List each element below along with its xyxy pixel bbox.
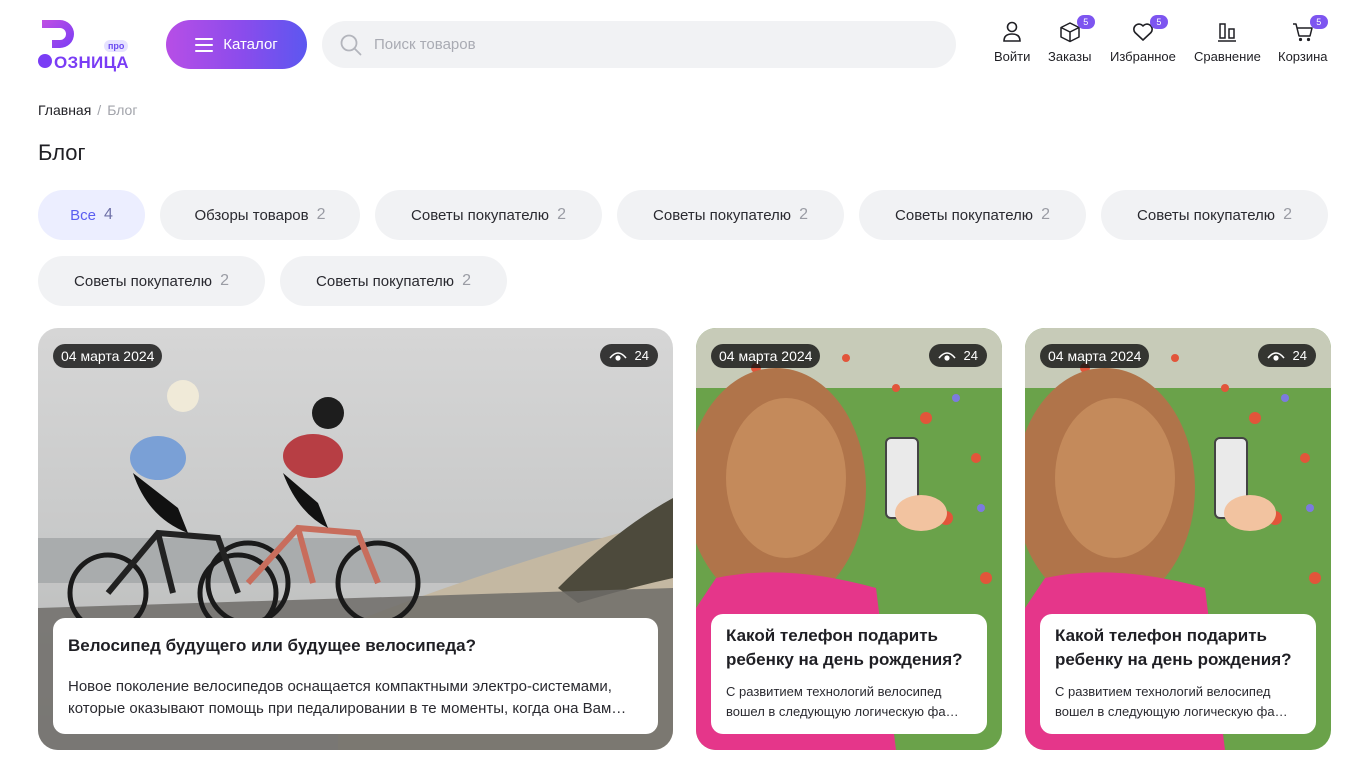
nav-orders-label: Заказы bbox=[1048, 49, 1092, 64]
card-excerpt: вошел в следующую логическую фа… bbox=[726, 704, 959, 719]
nav-compare-label: Сравнение bbox=[1194, 49, 1261, 64]
chip-count: 2 bbox=[557, 206, 566, 223]
chip-label: Советы покупателю bbox=[316, 272, 455, 290]
card-excerpt: С развитием технологий велосипед bbox=[1055, 684, 1271, 699]
compare-icon bbox=[1214, 20, 1240, 44]
cart-badge: 5 bbox=[1309, 15, 1328, 29]
filter-chip-tips[interactable]: Советы покупателю 2 bbox=[1101, 190, 1328, 240]
logo-text: ОЗНИЦА bbox=[54, 53, 129, 72]
views-counter: 24 bbox=[928, 344, 987, 367]
card-title: ребенку на день рождения? bbox=[1055, 650, 1292, 669]
post-date: 04 марта 2024 bbox=[711, 344, 821, 368]
chip-label: Советы покупателю bbox=[895, 206, 1034, 224]
post-date: 04 марта 2024 bbox=[1040, 344, 1150, 368]
filter-chip-tips[interactable]: Советы покупателю 2 bbox=[859, 190, 1086, 240]
chip-label: Советы покупателю bbox=[1137, 206, 1276, 224]
breadcrumb-home-link[interactable]: Главная bbox=[38, 102, 91, 118]
nav-cart-label: Корзина bbox=[1278, 49, 1328, 64]
views-counter: 24 bbox=[1257, 344, 1316, 367]
blog-card[interactable]: 04 марта 2024 24 Велосипед будущего или … bbox=[38, 328, 673, 750]
nav-login-label: Войти bbox=[994, 49, 1031, 64]
chip-label: Советы покупателю bbox=[653, 206, 792, 224]
views-count: 24 bbox=[1292, 348, 1307, 363]
card-body: Велосипед будущего или будущее велосипед… bbox=[53, 618, 658, 734]
chip-count: 2 bbox=[462, 272, 471, 289]
views-counter: 24 bbox=[599, 344, 658, 367]
nav-cart[interactable]: 5 Корзина bbox=[1278, 15, 1328, 64]
views-count: 24 bbox=[963, 348, 978, 363]
card-body: Какой телефон подарить ребенку на день р… bbox=[711, 614, 987, 734]
chip-label: Советы покупателю bbox=[411, 206, 550, 224]
chip-count: 2 bbox=[1283, 206, 1292, 223]
user-icon bbox=[999, 20, 1025, 44]
chip-count: 2 bbox=[220, 272, 229, 289]
breadcrumb-separator: / bbox=[97, 102, 102, 118]
logo[interactable]: про ОЗНИЦА bbox=[38, 18, 130, 72]
cart-icon: 5 bbox=[1290, 15, 1328, 44]
breadcrumb: Главная / Блог bbox=[38, 102, 137, 118]
chip-label: Обзоры товаров bbox=[194, 206, 309, 224]
card-title: Какой телефон подарить bbox=[726, 626, 939, 645]
favorites-badge: 5 bbox=[1149, 15, 1168, 29]
search-icon bbox=[340, 34, 362, 55]
filter-chip-tips[interactable]: Советы покупателю 2 bbox=[617, 190, 844, 240]
search-input[interactable] bbox=[374, 36, 934, 53]
breadcrumb-current: Блог bbox=[107, 102, 138, 118]
heart-icon: 5 bbox=[1130, 15, 1168, 44]
card-title: ребенку на день рождения? bbox=[726, 650, 963, 669]
chip-count: 2 bbox=[799, 206, 808, 223]
card-excerpt: которые оказывают помощь при педалирован… bbox=[68, 700, 627, 717]
filter-chip-tips[interactable]: Советы покупателю 2 bbox=[38, 256, 265, 306]
chip-count: 4 bbox=[103, 206, 113, 223]
card-title: Какой телефон подарить bbox=[1055, 626, 1268, 645]
filter-chip-all[interactable]: Все 4 bbox=[38, 190, 145, 240]
post-date: 04 марта 2024 bbox=[53, 344, 163, 368]
nav-favorites[interactable]: 5 Избранное bbox=[1110, 15, 1176, 64]
filter-chip-tips[interactable]: Советы покупателю 2 bbox=[375, 190, 602, 240]
card-excerpt: вошел в следующую логическую фа… bbox=[1055, 704, 1288, 719]
card-excerpt: С развитием технологий велосипед bbox=[726, 684, 942, 699]
logo-badge: про bbox=[104, 40, 129, 52]
filter-chip-reviews[interactable]: Обзоры товаров 2 bbox=[160, 190, 360, 240]
catalog-button[interactable]: Каталог bbox=[166, 20, 307, 69]
blog-card[interactable]: 04 марта 2024 24 Какой телефон подарить … bbox=[696, 328, 1002, 750]
nav-favorites-label: Избранное bbox=[1110, 49, 1176, 64]
card-excerpt: Новое поколение велосипедов оснащается к… bbox=[68, 678, 612, 695]
eye-icon bbox=[937, 351, 956, 361]
nav-login[interactable]: Войти bbox=[994, 20, 1030, 64]
eye-icon bbox=[608, 351, 627, 361]
search-bar bbox=[322, 21, 956, 68]
chip-label: Советы покупателю bbox=[74, 272, 213, 290]
eye-icon bbox=[1266, 351, 1285, 361]
chip-label: Все bbox=[70, 206, 96, 224]
orders-badge: 5 bbox=[1076, 15, 1095, 29]
chip-count: 2 bbox=[1041, 206, 1050, 223]
box-icon: 5 bbox=[1057, 15, 1095, 44]
nav-orders[interactable]: 5 Заказы bbox=[1048, 15, 1095, 64]
nav-compare[interactable]: Сравнение bbox=[1194, 20, 1261, 64]
card-title: Велосипед будущего или будущее велосипед… bbox=[68, 636, 476, 655]
menu-icon bbox=[195, 37, 214, 52]
card-body: Какой телефон подарить ребенку на день р… bbox=[1040, 614, 1316, 734]
header: про ОЗНИЦА Каталог Войти 5 Заказы 5 Избр… bbox=[0, 0, 1369, 90]
catalog-label: Каталог bbox=[223, 36, 278, 53]
views-count: 24 bbox=[634, 348, 649, 363]
page-title: Блог bbox=[38, 140, 86, 165]
chip-count: 2 bbox=[316, 206, 326, 223]
blog-card[interactable]: 04 марта 2024 24 Какой телефон подарить … bbox=[1025, 328, 1331, 750]
filter-chip-tips[interactable]: Советы покупателю 2 bbox=[280, 256, 507, 306]
